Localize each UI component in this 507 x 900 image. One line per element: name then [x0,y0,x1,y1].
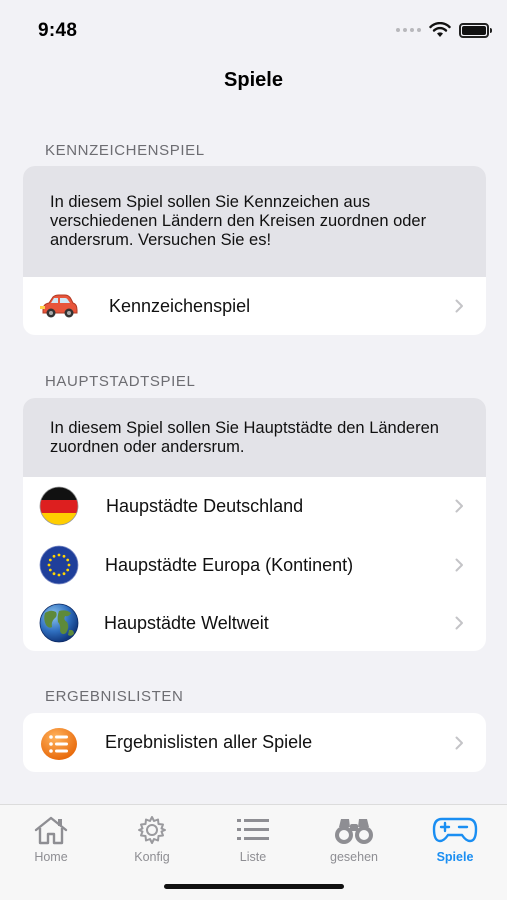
home-indicator[interactable] [164,884,344,889]
tab-gesehen[interactable]: gesehen [309,813,399,864]
battery-icon [459,22,492,38]
description-hauptstadt: In diesem Spiel sollen Sie Hauptstädte d… [23,398,486,477]
page-title: Spiele [224,69,283,91]
chevron-right-icon [455,736,464,750]
wifi-icon [429,22,451,37]
list-lines-icon [208,813,298,847]
home-icon [6,813,96,847]
tab-home[interactable]: Home [6,813,96,864]
eu-flag-icon [39,545,79,585]
list-icon [39,723,79,763]
germany-flag-icon [39,486,79,526]
globe-icon [39,603,79,643]
row-hauptstaedte-europa[interactable]: Haupstädte Europa (Kontinent) [23,535,486,595]
tab-label: Konfig [134,850,170,864]
card-hauptstadt: In diesem Spiel sollen Sie Hauptstädte d… [23,398,486,651]
card-ergebnis: Ergebnislisten aller Spiele [23,713,486,772]
row-ergebnislisten[interactable]: Ergebnislisten aller Spiele [23,713,486,772]
section-header-hauptstadt: HAUPTSTADTSPIEL [45,373,196,390]
gear-icon [107,813,197,847]
row-label: Haupstädte Europa (Kontinent) [105,554,354,575]
signal-icon [396,28,421,32]
row-label: Ergebnislisten aller Spiele [105,732,313,752]
row-hauptstaedte-weltweit[interactable]: Haupstädte Weltweit [23,595,486,651]
tab-label: Spiele [436,850,474,864]
binoculars-icon [309,813,399,847]
row-label: Haupstädte Weltweit [104,612,269,633]
row-hauptstaedte-deutschland[interactable]: Haupstädte Deutschland [23,477,486,535]
tab-liste[interactable]: Liste [208,813,298,864]
chevron-right-icon [455,499,464,513]
row-kennzeichenspiel[interactable]: Kennzeichenspiel [23,277,486,335]
car-icon [39,286,79,326]
tab-spiele[interactable]: Spiele [410,813,500,864]
status-bar: 9:48 [0,0,507,60]
row-label: Kennzeichenspiel [109,295,251,316]
description-kennzeichen: In diesem Spiel sollen Sie Kennzeichen a… [23,166,486,277]
tab-label: Liste [239,850,267,864]
section-header-ergebnis: ERGEBNISLISTEN [45,688,184,705]
chevron-right-icon [455,299,464,313]
tab-label: gesehen [330,850,378,864]
status-time: 9:48 [38,20,78,41]
chevron-right-icon [455,616,464,630]
tab-label: Home [34,850,68,864]
section-header-kennzeichen: KENNZEICHENSPIEL [45,142,205,159]
row-label: Haupstädte Deutschland [106,495,304,516]
tab-konfig[interactable]: Konfig [107,813,197,864]
card-kennzeichen: In diesem Spiel sollen Sie Kennzeichen a… [23,166,486,335]
status-icons [396,22,492,38]
gamepad-icon [410,813,500,847]
chevron-right-icon [455,558,464,572]
